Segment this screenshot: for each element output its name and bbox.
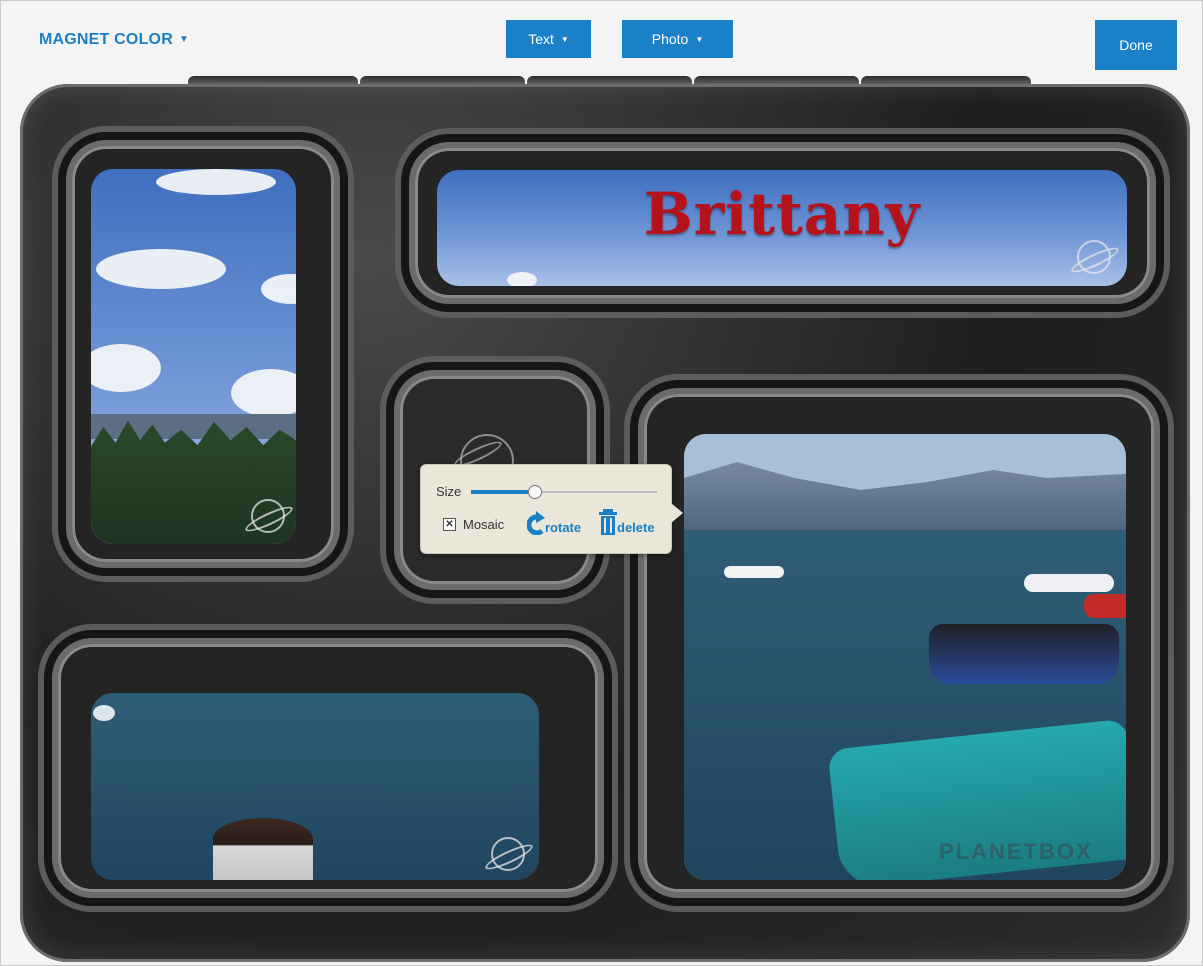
photo-lake-dock[interactable] [91, 693, 539, 880]
cloud [96, 249, 226, 289]
photo-sky-banner[interactable]: Brittany [437, 170, 1127, 286]
rotate-button[interactable]: rotate [527, 509, 581, 535]
rotate-icon [527, 511, 545, 535]
text-button-label: Text [528, 31, 554, 47]
size-slider[interactable] [471, 485, 657, 499]
rotate-label: rotate [545, 520, 582, 535]
size-label: Size [436, 484, 462, 499]
photo-button[interactable]: Photo ▼ [622, 20, 733, 58]
chevron-down-icon: ▼ [560, 34, 569, 44]
boat [1024, 574, 1114, 592]
photo-edit-popup: Size ✕ Mosaic rotate delete [420, 464, 683, 554]
delete-button[interactable]: delete [599, 509, 655, 535]
photo-sky-trees[interactable] [91, 169, 296, 544]
mosaic-toggle[interactable]: ✕ Mosaic [443, 517, 504, 532]
boat [724, 566, 784, 578]
water [91, 693, 539, 880]
name-text[interactable]: Brittany [437, 180, 1127, 248]
dock-post [213, 818, 313, 880]
cloud [261, 274, 296, 304]
cloud [507, 272, 537, 286]
planet-icon [251, 499, 285, 533]
chevron-down-icon: ▼ [695, 34, 704, 44]
magnet-color-label: MAGNET COLOR [39, 31, 173, 48]
photo-button-label: Photo [651, 31, 689, 47]
planet-icon [491, 837, 525, 871]
text-button[interactable]: Text ▼ [506, 20, 591, 58]
mountains [684, 462, 1126, 534]
buoy [93, 705, 115, 721]
done-button-label: Done [1119, 37, 1153, 53]
delete-label: delete [617, 520, 655, 535]
photo-lake-boats[interactable]: PLANETBOX [684, 434, 1126, 880]
cloud [156, 169, 276, 195]
size-slider-fill [471, 490, 535, 494]
size-slider-thumb[interactable] [528, 485, 543, 499]
magnet-color-dropdown[interactable]: MAGNET COLOR ▼ [39, 31, 189, 49]
boat [929, 624, 1119, 684]
trash-icon [599, 509, 617, 535]
cloud [231, 369, 296, 417]
mosaic-label: Mosaic [463, 517, 505, 532]
toolbar: MAGNET COLOR ▼ Text ▼ Photo ▼ Done [0, 0, 1203, 80]
planetbox-watermark: PLANETBOX [939, 839, 1093, 864]
cloud [91, 344, 161, 392]
done-button[interactable]: Done [1095, 20, 1177, 70]
planet-icon [1077, 240, 1111, 274]
boat [1084, 594, 1126, 618]
chevron-down-icon: ▼ [178, 34, 190, 45]
mosaic-checkbox[interactable]: ✕ [443, 518, 456, 531]
